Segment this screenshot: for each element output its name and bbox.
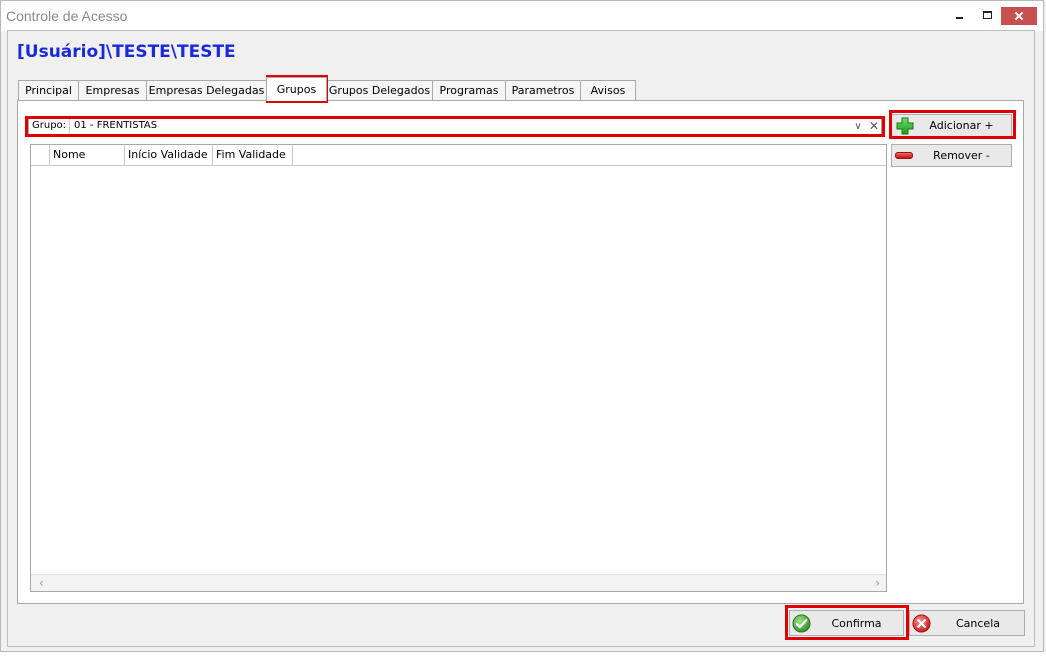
maximize-icon[interactable]: [974, 7, 1002, 25]
groups-grid[interactable]: Nome Início Validade Fim Validade ‹ ›: [30, 144, 887, 592]
cancel-button[interactable]: Cancela: [909, 610, 1025, 636]
confirm-button[interactable]: Confirma: [789, 610, 904, 636]
column-fim-validade[interactable]: Fim Validade: [213, 145, 293, 165]
scroll-right-icon[interactable]: ›: [875, 575, 880, 591]
group-combo[interactable]: Grupo: 01 - FRENTISTAS ∨ ✕: [28, 118, 882, 135]
column-inicio-validade[interactable]: Início Validade: [125, 145, 213, 165]
combo-divider: [69, 119, 70, 134]
clear-icon[interactable]: ✕: [867, 119, 881, 134]
grid-header: Nome Início Validade Fim Validade: [31, 145, 886, 166]
close-icon[interactable]: [1001, 7, 1037, 25]
column-nome[interactable]: Nome: [50, 145, 125, 165]
horizontal-scrollbar[interactable]: ‹ ›: [31, 574, 886, 591]
scroll-left-icon[interactable]: ‹: [39, 575, 44, 591]
page-title: [Usuário]\TESTE\TESTE: [17, 42, 236, 62]
tab-avisos[interactable]: Avisos: [580, 80, 636, 100]
title-bar: Controle de Acesso: [1, 1, 1043, 31]
grid-indicator-column: [31, 145, 50, 165]
tab-programas[interactable]: Programas: [432, 80, 506, 100]
tab-principal[interactable]: Principal: [18, 80, 79, 100]
group-value: 01 - FRENTISTAS: [74, 120, 158, 131]
confirm-button-label: Confirma: [831, 617, 882, 630]
cancel-button-label: Cancela: [955, 617, 1000, 630]
group-label: Grupo:: [32, 120, 67, 131]
add-button-label: Adicionar +: [929, 119, 994, 132]
background-strip: [0, 652, 1046, 657]
minimize-icon[interactable]: [946, 7, 974, 25]
tab-grupos[interactable]: Grupos: [266, 77, 327, 101]
remove-button-label: Remover -: [933, 149, 990, 162]
remove-button[interactable]: Remover -: [891, 144, 1012, 167]
tab-grupos-delegados[interactable]: Grupos Delegados: [326, 80, 433, 100]
add-button[interactable]: Adicionar +: [891, 114, 1012, 137]
tab-parametros[interactable]: Parametros: [505, 80, 581, 100]
chevron-down-icon[interactable]: ∨: [851, 119, 865, 134]
tab-empresas-delegadas[interactable]: Empresas Delegadas: [146, 80, 267, 100]
tab-empresas[interactable]: Empresas: [78, 80, 147, 100]
window-title: Controle de Acesso: [6, 8, 128, 24]
